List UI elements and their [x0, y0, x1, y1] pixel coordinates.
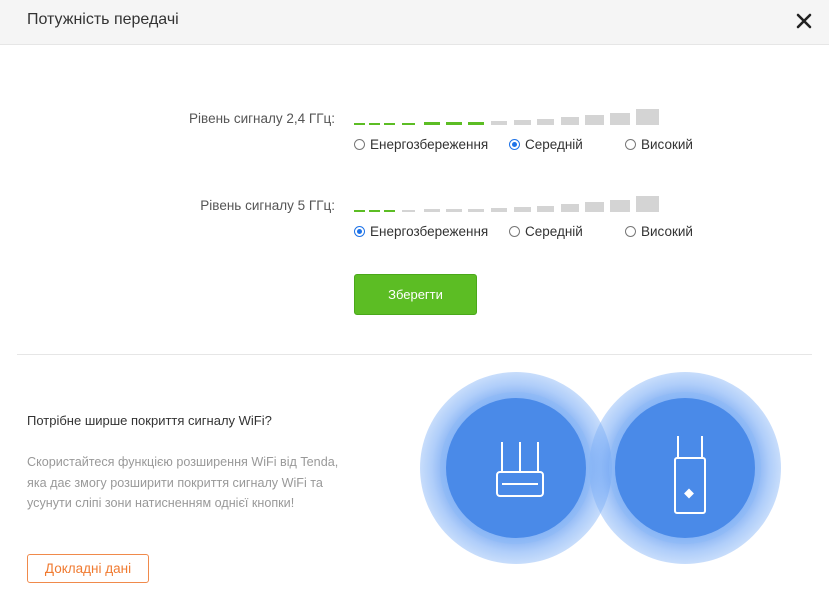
radio-option[interactable]: Високий [625, 137, 693, 152]
signal-level-bar [585, 115, 604, 125]
signal-level-bar [585, 202, 604, 212]
wifi-extender-icon [674, 436, 706, 514]
signal-level-bar [561, 204, 579, 212]
radio-label: Енергозбереження [370, 137, 489, 152]
signal-level-bar [424, 122, 440, 125]
signal-level-bar [369, 122, 380, 125]
radio-option[interactable]: Енергозбереження [354, 137, 488, 152]
signal-5-level-bars [354, 190, 664, 212]
signal-level-bar [446, 122, 462, 125]
promo-title: Потрібне ширше покриття сигналу WiFi? [27, 413, 272, 428]
signal-level-bar [369, 209, 380, 212]
radio-button[interactable] [509, 139, 520, 150]
radio-button[interactable] [625, 226, 636, 237]
radio-button[interactable] [354, 226, 365, 237]
router-icon [496, 442, 544, 497]
signal-level-bar [468, 208, 484, 212]
radio-label: Високий [641, 137, 693, 152]
radio-label: Енергозбереження [370, 224, 489, 239]
signal-level-bar [514, 207, 531, 212]
signal-level-bar [468, 121, 484, 125]
signal-level-bar [354, 122, 365, 125]
signal-level-bar [537, 119, 554, 125]
signal-level-bar [491, 121, 507, 125]
signal-level-bar [610, 200, 630, 212]
radio-option[interactable]: Середній [509, 224, 583, 239]
signal-level-bar [354, 209, 365, 212]
radio-option[interactable]: Середній [509, 137, 583, 152]
signal-level-bar [636, 109, 659, 125]
promo-description: Скористайтеся функцією розширення WiFi в… [27, 455, 339, 510]
signal-level-bar [424, 209, 440, 212]
signal-5-label: Рівень сигналу 5 ГГц: [200, 198, 335, 213]
signal-level-bar [610, 113, 630, 125]
signal-level-bar [491, 208, 507, 212]
radio-button[interactable] [354, 139, 365, 150]
radio-button[interactable] [509, 226, 520, 237]
signal-24-label: Рівень сигналу 2,4 ГГц: [189, 111, 335, 126]
radio-button[interactable] [625, 139, 636, 150]
dialog-header: Потужність передачі [0, 0, 829, 45]
save-button[interactable]: Зберегти [354, 274, 477, 315]
signal-level-bar [561, 117, 579, 125]
radio-label: Середній [525, 137, 583, 152]
radio-option[interactable]: Енергозбереження [354, 224, 488, 239]
signal-level-bar [384, 209, 395, 212]
signal-level-bar [402, 122, 415, 125]
signal-24-level-bars [354, 103, 664, 125]
signal-level-bar [514, 120, 531, 125]
dialog-title: Потужність передачі [27, 11, 179, 28]
section-divider [17, 354, 812, 355]
signal-level-bar [402, 209, 415, 212]
signal-level-bar [636, 196, 659, 212]
radio-label: Високий [641, 224, 693, 239]
radio-option[interactable]: Високий [625, 224, 693, 239]
signal-level-bar [384, 122, 395, 125]
signal-level-bar [537, 206, 554, 212]
close-icon[interactable] [795, 12, 813, 30]
details-button[interactable]: Докладні дані [27, 554, 149, 583]
radio-label: Середній [525, 224, 583, 239]
signal-level-bar [446, 209, 462, 212]
